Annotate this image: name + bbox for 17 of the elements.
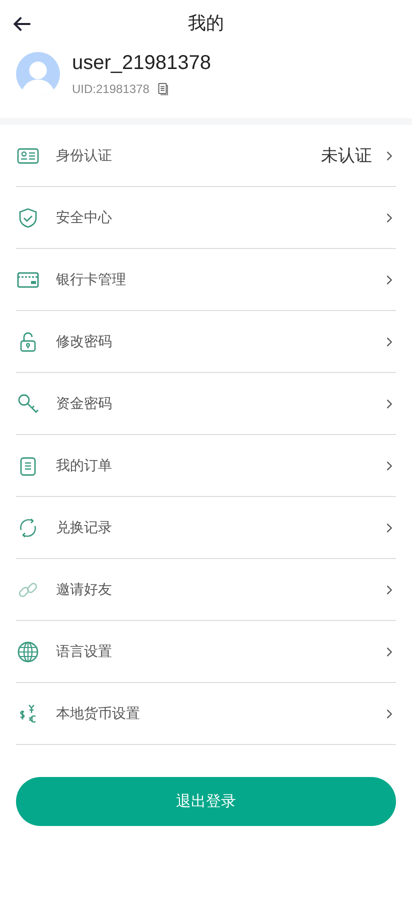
- key-icon: [16, 392, 40, 416]
- menu-item[interactable]: 我的订单: [16, 435, 396, 497]
- status-text: 未认证: [321, 145, 372, 167]
- username: user_21981378: [72, 52, 212, 75]
- page-title: 我的: [188, 12, 224, 35]
- menu-item[interactable]: 资金密码: [16, 373, 396, 435]
- avatar-icon: [16, 52, 60, 96]
- menu-item[interactable]: 银行卡管理: [16, 249, 396, 311]
- menu-item[interactable]: 安全中心: [16, 187, 396, 249]
- globe-icon: [16, 640, 40, 664]
- menu-item[interactable]: 邀请好友: [16, 559, 396, 621]
- menu-item[interactable]: 兑换记录: [16, 497, 396, 559]
- menu-item[interactable]: 身份认证 未认证: [16, 125, 396, 187]
- menu-item[interactable]: 本地货币设置: [16, 683, 396, 745]
- menu-item[interactable]: 修改密码: [16, 311, 396, 373]
- menu-item[interactable]: 语言设置: [16, 621, 396, 683]
- user-id: UID:21981378: [72, 82, 150, 96]
